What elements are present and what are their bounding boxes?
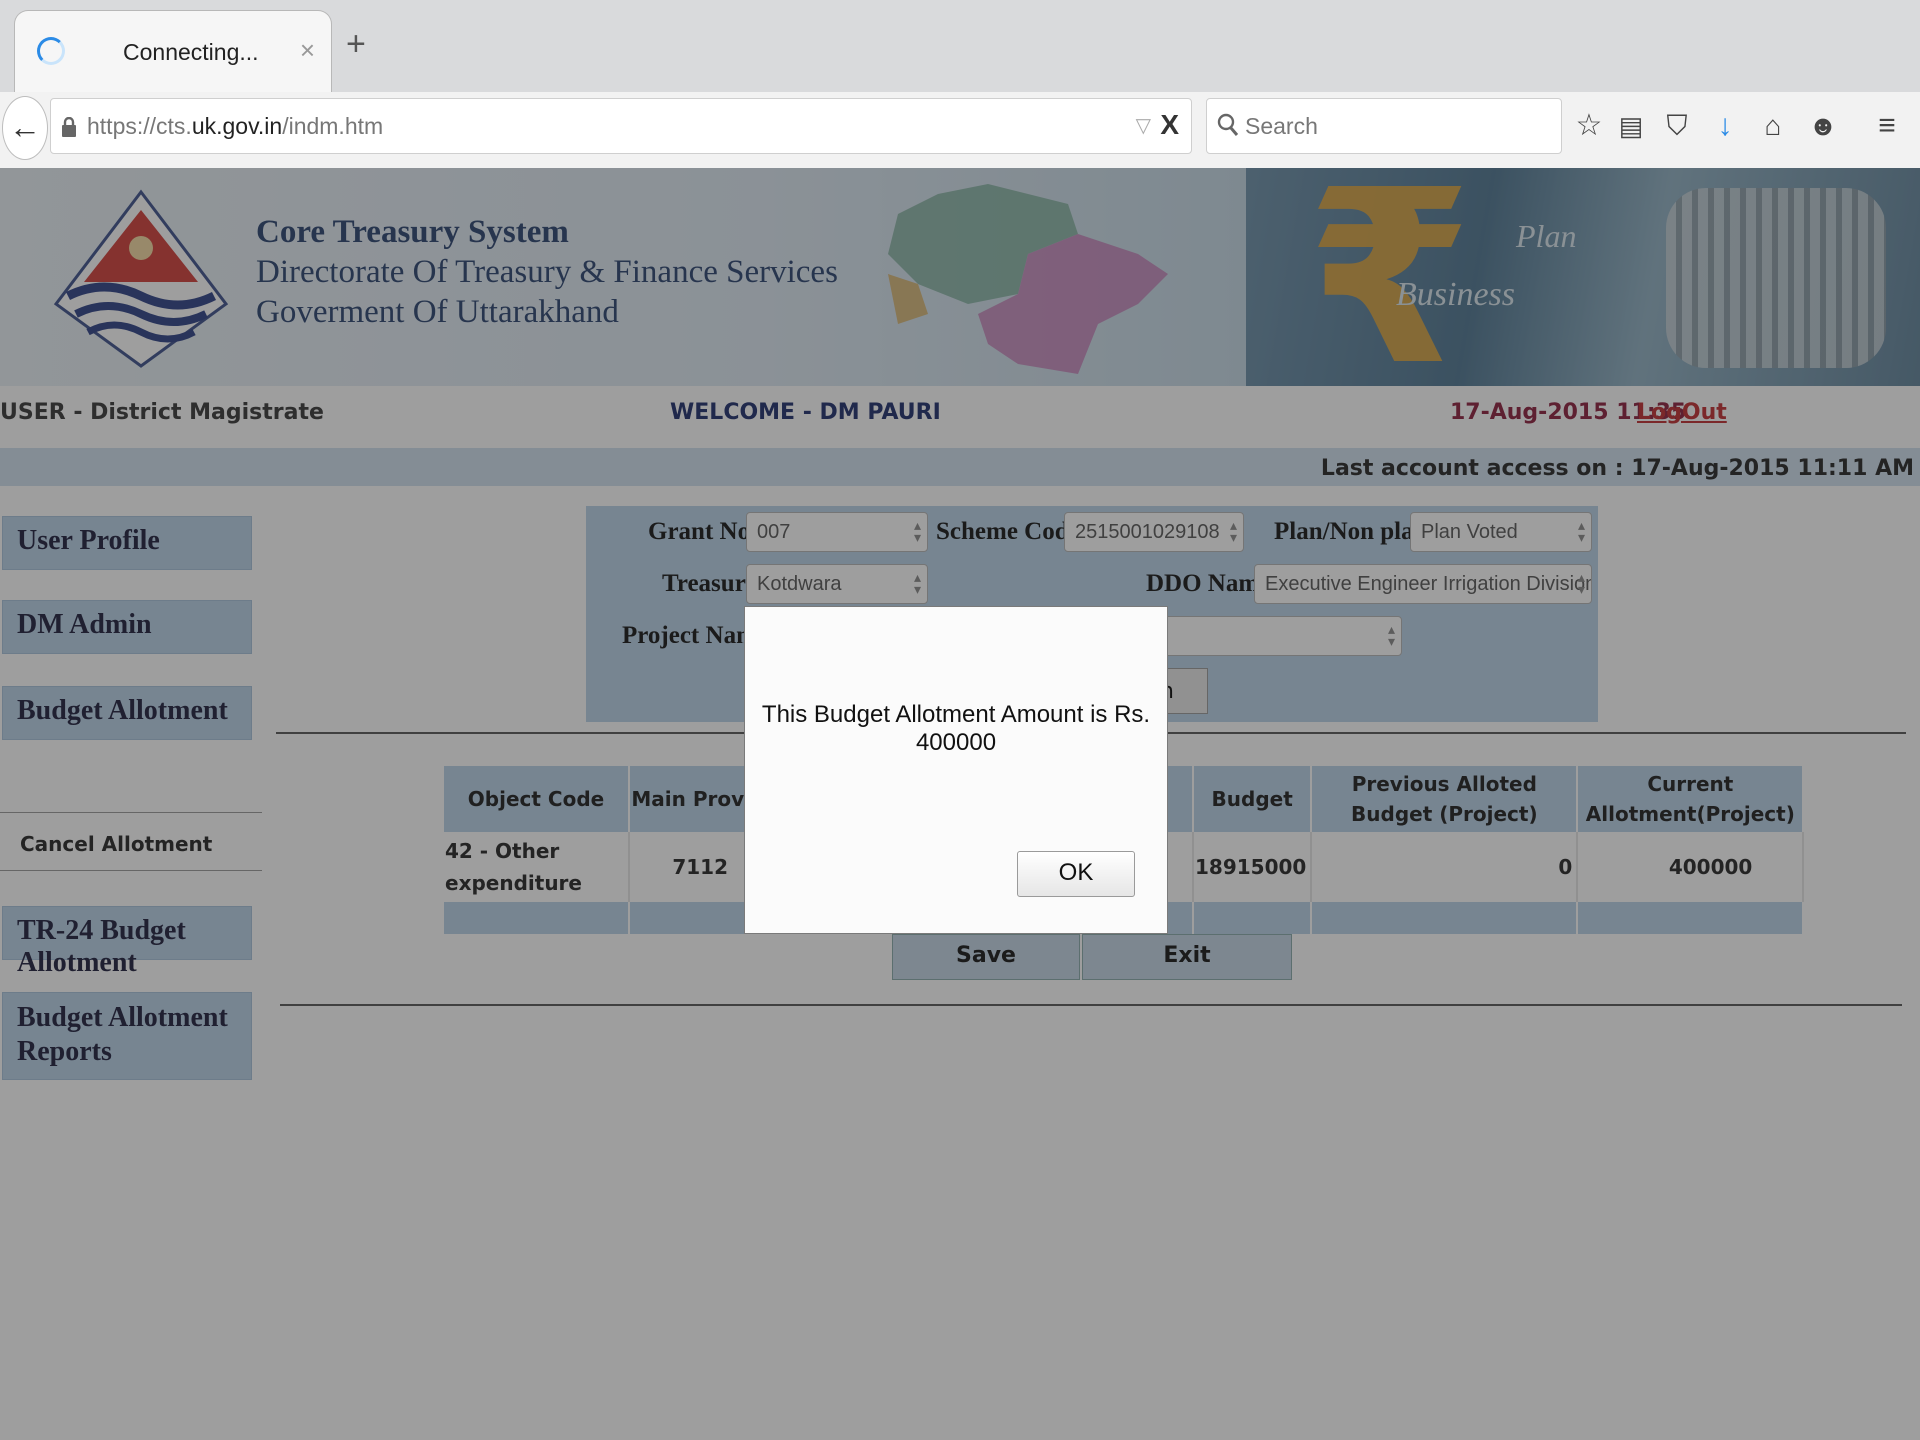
alert-dialog: This Budget Allotment Amount is Rs. 4000…: [744, 606, 1168, 934]
address-bar[interactable]: https://cts.uk.gov.in/indm.htm ▽ X: [50, 98, 1192, 154]
tab-close-icon[interactable]: ×: [300, 35, 315, 66]
tab-title: Connecting...: [123, 39, 259, 65]
back-button[interactable]: ←: [2, 96, 48, 160]
browser-navbar: ← https://cts.uk.gov.in/indm.htm ▽ X Sea…: [0, 92, 1920, 169]
bookmark-star-icon[interactable]: ☆: [1572, 108, 1606, 144]
ok-button[interactable]: OK: [1017, 851, 1135, 897]
pocket-icon[interactable]: ⛉: [1660, 108, 1694, 144]
home-icon[interactable]: ⌂: [1756, 108, 1790, 144]
url-text: https://cts.uk.gov.in/indm.htm: [87, 113, 384, 139]
reading-list-icon[interactable]: ▤: [1614, 108, 1648, 144]
download-icon[interactable]: ↓: [1708, 108, 1742, 144]
browser-tabstrip: Connecting... × +: [0, 0, 1920, 92]
hello-icon[interactable]: ☻: [1806, 108, 1840, 144]
menu-icon[interactable]: ≡: [1870, 108, 1904, 144]
search-placeholder: Search: [1245, 113, 1318, 139]
url-dropdown-icon[interactable]: ▽: [1136, 113, 1151, 138]
alert-message: This Budget Allotment Amount is Rs. 4000…: [761, 701, 1151, 756]
browser-tab[interactable]: Connecting... ×: [14, 10, 332, 92]
loading-spinner-icon: [37, 37, 65, 65]
new-tab-button[interactable]: +: [346, 24, 366, 64]
stop-icon[interactable]: X: [1160, 109, 1179, 141]
lock-icon: [62, 117, 76, 137]
search-box[interactable]: Search: [1206, 98, 1562, 154]
search-icon: [1217, 113, 1239, 136]
